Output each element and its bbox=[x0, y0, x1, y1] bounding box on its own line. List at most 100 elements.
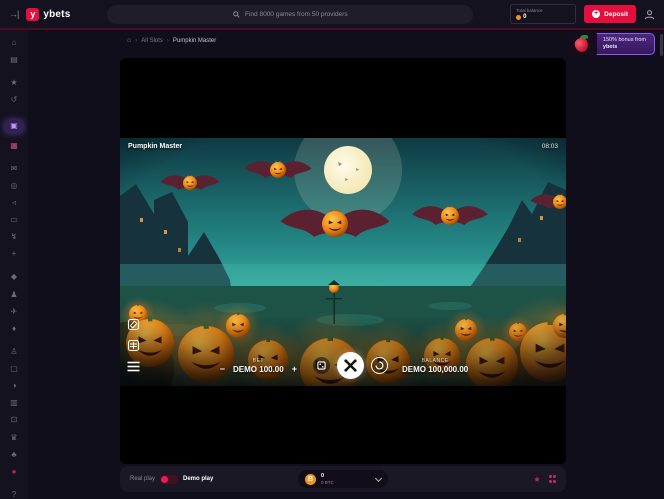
bolt-icon: ↯ bbox=[11, 233, 18, 241]
slots-icon: ▣ bbox=[10, 122, 18, 130]
scrollbar-thumb[interactable] bbox=[660, 34, 663, 56]
sidebar-collapse-icon[interactable] bbox=[9, 9, 18, 19]
messages-icon: ✉ bbox=[11, 165, 18, 173]
sidebar-item-send[interactable]: ✈ bbox=[5, 308, 23, 316]
deposit-coin-icon bbox=[592, 10, 600, 18]
providers-icon: ▦ bbox=[10, 142, 18, 150]
sidebar-item-history[interactable]: ↺ bbox=[5, 96, 23, 104]
sidebar-item-share[interactable]: ◃ bbox=[5, 199, 23, 207]
breadcrumb: All Slots Pumpkin Master bbox=[127, 37, 216, 44]
sidebar-item-box[interactable]: ▢ bbox=[5, 365, 23, 373]
help-icon: ? bbox=[12, 491, 16, 499]
breadcrumb-all-slots[interactable]: All Slots bbox=[141, 38, 163, 44]
bet-increase-button[interactable]: + bbox=[290, 365, 299, 374]
game-controls: BET − DEMO 100.00 + bbox=[120, 352, 566, 379]
sidebar-item-library[interactable]: ▤ bbox=[5, 56, 23, 64]
bonus-line2: ybets bbox=[603, 44, 646, 51]
favorite-star-icon[interactable] bbox=[533, 475, 540, 484]
game-footer-bar: Real play Demo play 0 0 BTC bbox=[120, 466, 566, 492]
paytable-icon bbox=[127, 339, 140, 352]
bonus-badge[interactable]: 150% bonus from ybets bbox=[568, 31, 655, 57]
sidebar-item-bolt[interactable]: ↯ bbox=[5, 233, 23, 241]
sidebar-item-help[interactable]: ? bbox=[5, 491, 23, 499]
bonus-strawberry-image bbox=[568, 31, 597, 57]
demo-play-label: Demo play bbox=[183, 476, 213, 482]
crown-icon: ♛ bbox=[10, 434, 17, 442]
sidebar-item-payments[interactable]: ▭ bbox=[5, 216, 23, 224]
sidebar-item-add[interactable]: + bbox=[5, 250, 23, 258]
sidebar-item-hot[interactable]: ● bbox=[5, 468, 23, 476]
game-artwork bbox=[120, 138, 566, 386]
footer-right-icons bbox=[533, 475, 556, 484]
profile-icon[interactable] bbox=[644, 9, 655, 20]
payments-icon: ▭ bbox=[10, 216, 18, 224]
deposit-label: Deposit bbox=[604, 11, 628, 18]
search-placeholder: Find 8000 games from 50 providers bbox=[245, 11, 348, 18]
sidebar-item-profile[interactable]: ♙ bbox=[5, 348, 23, 356]
dice-icon bbox=[317, 361, 326, 370]
sidebar-item-crown[interactable]: ♛ bbox=[5, 434, 23, 442]
home-icon[interactable] bbox=[127, 37, 131, 44]
quick-bet-button[interactable] bbox=[313, 357, 330, 374]
sidebar-item-dice[interactable]: ⊡ bbox=[5, 416, 23, 424]
chevron-down-icon bbox=[375, 474, 382, 481]
box-icon: ▢ bbox=[10, 365, 18, 373]
bonus-line1: 150% bonus from bbox=[603, 37, 646, 43]
paytable-button[interactable] bbox=[127, 339, 140, 352]
chevron-separator-icon bbox=[167, 38, 169, 44]
library-icon: ▤ bbox=[10, 56, 18, 64]
sidebar-item-games[interactable]: ▥ bbox=[5, 399, 23, 407]
sidebar-item-club[interactable]: ♣ bbox=[5, 451, 23, 459]
search-icon bbox=[233, 11, 240, 18]
fullscreen-icon[interactable] bbox=[549, 475, 557, 483]
game-frame: Pumpkin Master 08:03 bbox=[120, 58, 566, 464]
play-mode-toggle[interactable] bbox=[160, 475, 178, 484]
bet-label: BET bbox=[253, 358, 264, 364]
real-play-label: Real play bbox=[130, 476, 155, 482]
currency-value: 0 bbox=[321, 474, 334, 479]
share-icon: ◃ bbox=[12, 199, 16, 207]
tag-icon: ♦ bbox=[12, 325, 16, 333]
profile-icon: ♙ bbox=[10, 348, 17, 356]
game-video: Pumpkin Master 08:03 bbox=[120, 138, 566, 386]
ybets-logo-icon bbox=[26, 8, 39, 21]
ybets-logo[interactable]: ybets bbox=[26, 8, 70, 21]
bitcoin-icon bbox=[305, 474, 316, 485]
ybets-logo-text: ybets bbox=[43, 9, 70, 20]
sidebar-item-shield[interactable]: ◆ bbox=[5, 273, 23, 281]
sidebar-item-slots[interactable]: ▣ bbox=[5, 120, 23, 133]
sidebar-item-providers[interactable]: ▦ bbox=[5, 142, 23, 150]
rotate-device-icon bbox=[127, 318, 140, 331]
send-icon: ✈ bbox=[11, 308, 18, 316]
deposit-button[interactable]: Deposit bbox=[584, 5, 636, 23]
sidebar-item-players[interactable]: ♟ bbox=[5, 291, 23, 299]
search-input[interactable]: Find 8000 games from 50 providers bbox=[107, 5, 473, 24]
bonus-pill: 150% bonus from ybets bbox=[592, 33, 655, 55]
bet-block: BET − DEMO 100.00 + bbox=[218, 358, 299, 374]
total-balance-box[interactable]: Total balance 0 bbox=[510, 4, 576, 24]
sidebar-item-globe[interactable]: ◎ bbox=[5, 182, 23, 190]
favorites-icon: ★ bbox=[10, 79, 17, 87]
spin-button[interactable] bbox=[337, 352, 364, 379]
header: ybets Find 8000 games from 50 providers … bbox=[0, 0, 664, 30]
hot-icon: ● bbox=[12, 468, 17, 476]
sidebar-item-favorites[interactable]: ★ bbox=[5, 79, 23, 87]
coin-icon bbox=[516, 15, 521, 20]
players-icon: ♟ bbox=[10, 291, 17, 299]
games-icon: ▥ bbox=[10, 399, 18, 407]
balance-block: BALANCE DEMO 100,000.00 bbox=[402, 358, 468, 374]
rotate-device-button[interactable] bbox=[127, 318, 140, 331]
sidebar-item-tag[interactable]: ♦ bbox=[5, 325, 23, 333]
game-balance-label: BALANCE bbox=[422, 358, 449, 364]
sidebar-item-messages[interactable]: ✉ bbox=[5, 165, 23, 173]
currency-select[interactable]: 0 0 BTC bbox=[298, 470, 388, 488]
sidebar: ⌂ ▤ ★ ↺ ▣ ▦ ✉ ◎ ◃ ▭ ↯ + ◆ ♟ ✈ ♦ ♙ ▢ ◑ ▥ ⊡ ♛ ♣ ●? bbox=[0, 30, 28, 499]
sidebar-item-time[interactable]: ◑ bbox=[5, 382, 23, 390]
bet-decrease-button[interactable]: − bbox=[218, 365, 227, 374]
sidebar-item-home[interactable]: ⌂ bbox=[5, 39, 23, 47]
autoplay-icon bbox=[375, 361, 384, 370]
autoplay-button[interactable] bbox=[371, 357, 388, 374]
club-icon: ♣ bbox=[11, 451, 16, 459]
total-balance-value: 0 bbox=[523, 14, 526, 20]
chevron-separator-icon bbox=[135, 38, 137, 44]
